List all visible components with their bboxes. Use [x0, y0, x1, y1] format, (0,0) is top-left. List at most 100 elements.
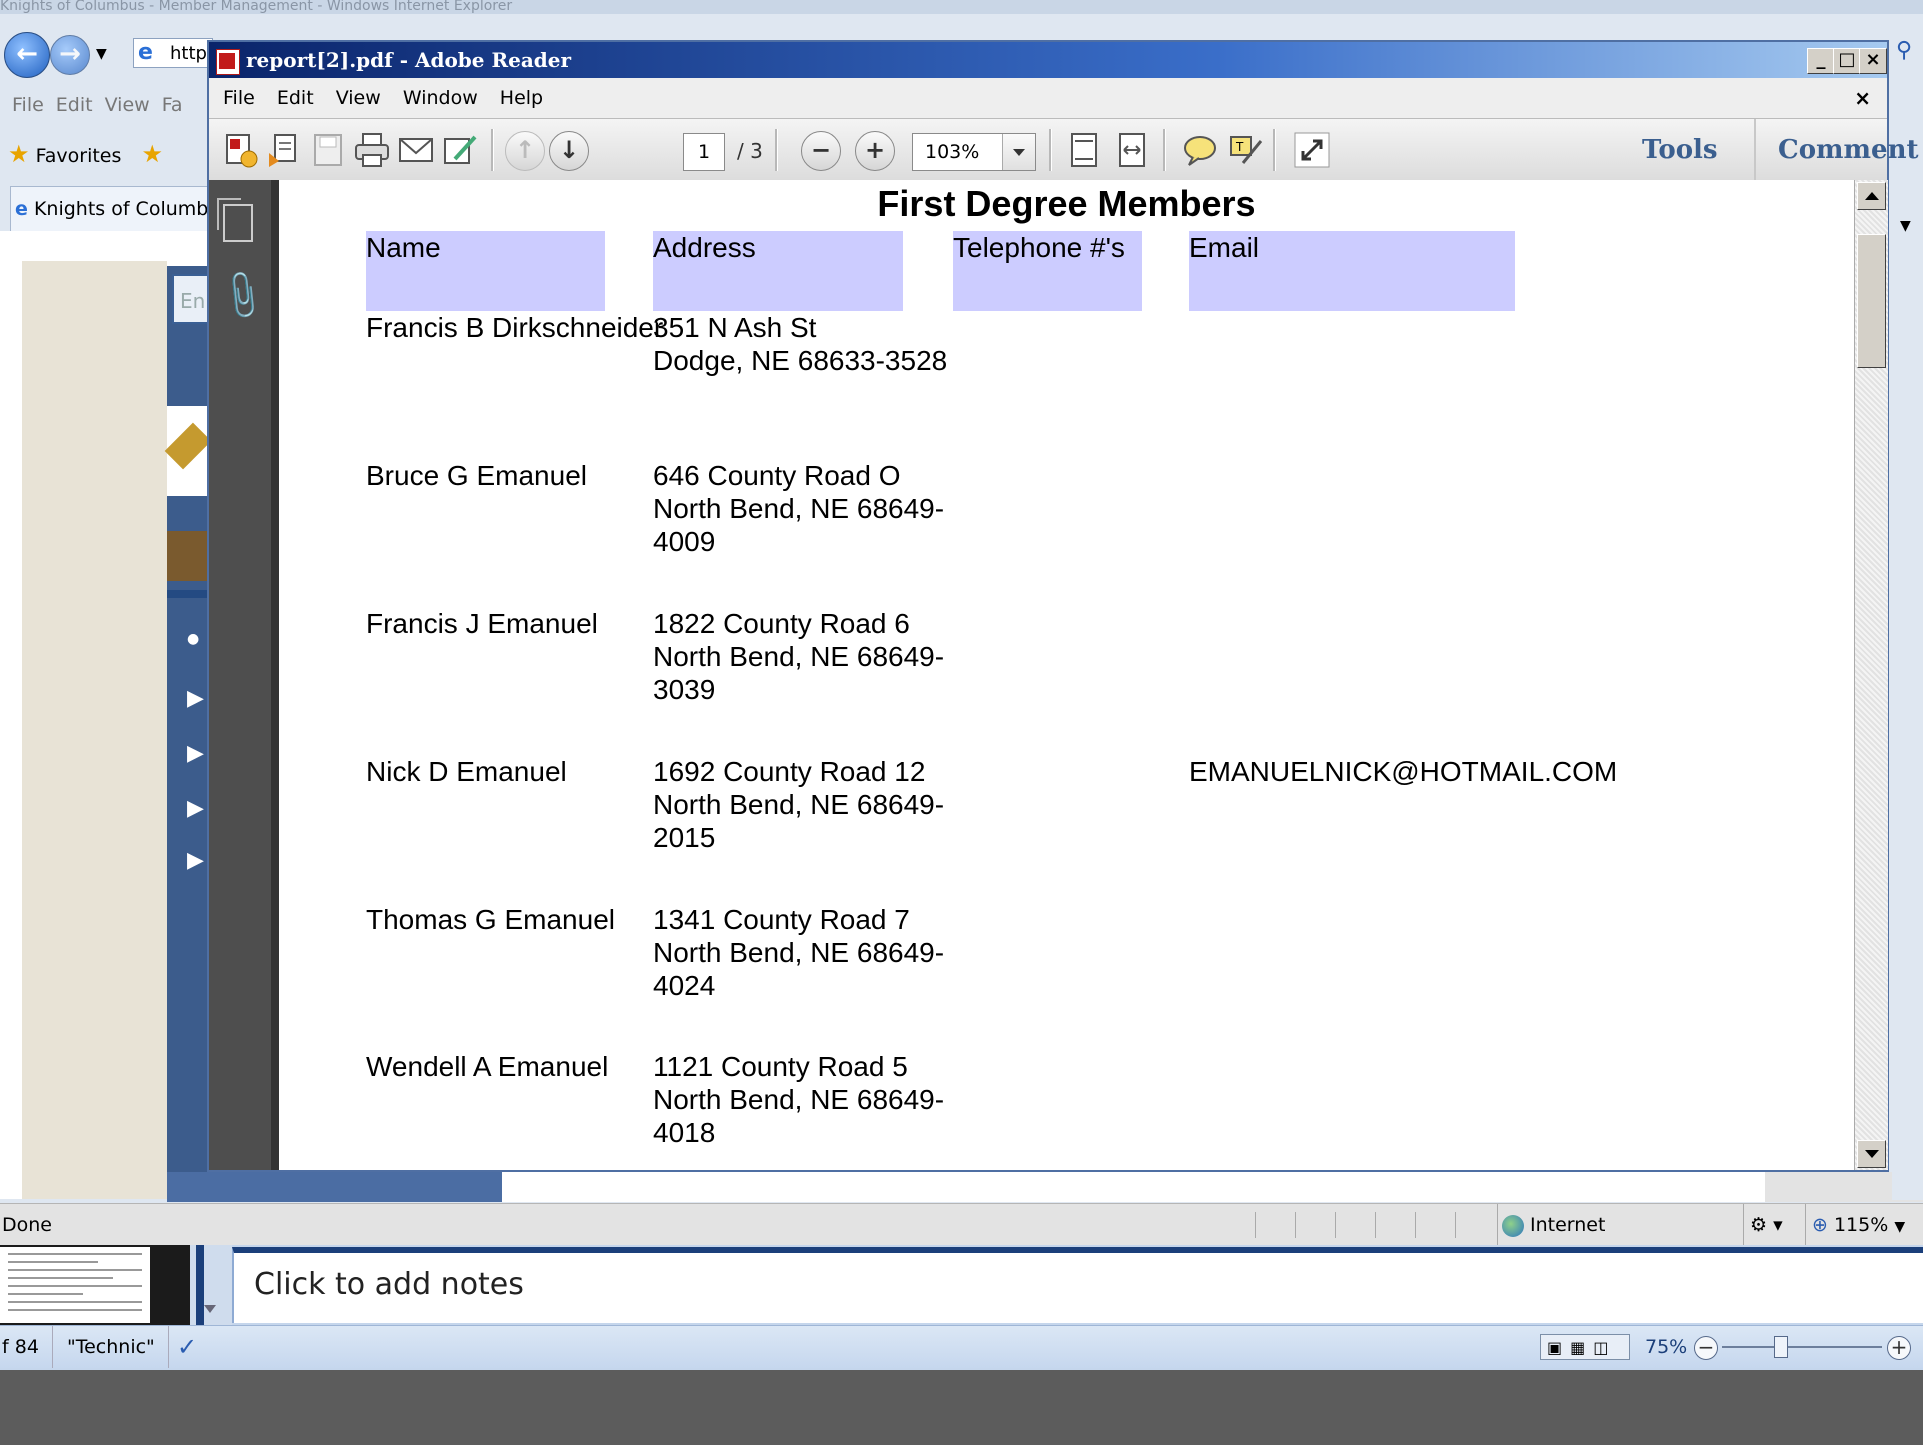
maximize-icon[interactable]: □ [1833, 48, 1861, 74]
open-icon[interactable] [265, 131, 303, 169]
save-icon[interactable] [309, 131, 347, 169]
scroll-down-icon[interactable] [204, 1305, 216, 1313]
menu-window[interactable]: Window [403, 87, 478, 109]
nav-arrow-icon[interactable]: ▶ [187, 686, 204, 711]
pane-splitter[interactable] [190, 1245, 232, 1325]
document-title: First Degree Members [877, 183, 1256, 224]
zoom-slider[interactable] [1722, 1346, 1882, 1348]
security-zone[interactable]: Internet [1497, 1204, 1742, 1246]
nav-arrow-icon[interactable]: ▶ [187, 848, 204, 873]
previous-page-icon[interactable]: ↑ [505, 131, 545, 171]
page-thumbnails-icon[interactable] [217, 198, 253, 242]
bullet-icon: ● [187, 631, 200, 647]
ie-menu-file[interactable]: File [12, 94, 44, 116]
member-address: 1121 County Road 5 North Bend, NE 68649-… [653, 1051, 945, 1148]
fit-width-icon[interactable] [1113, 131, 1151, 169]
notes-pane[interactable]: Click to add notes [232, 1247, 1923, 1323]
scroll-up-icon[interactable] [1857, 182, 1886, 210]
slide-thumbnail[interactable] [0, 1245, 190, 1325]
add-favorite-icon[interactable]: ★ [141, 140, 163, 168]
fit-page-icon[interactable] [1065, 131, 1103, 169]
status-text: Done [2, 1214, 52, 1236]
zoom-out-icon[interactable]: − [801, 131, 841, 171]
ie-zoom-control[interactable]: ⊕ 115% ▼ [1805, 1204, 1923, 1248]
next-page-icon[interactable]: ↓ [549, 131, 589, 171]
member-name: Francis B Dirkschneider [366, 312, 664, 343]
favorites-button[interactable]: Favorites [36, 145, 122, 167]
history-dropdown-icon[interactable]: ▼ [96, 46, 107, 62]
menu-file[interactable]: File [223, 87, 255, 109]
theme-name: "Technic" [52, 1326, 155, 1368]
search-icon[interactable]: ⚲ [1896, 38, 1912, 63]
page-left-panel [22, 261, 167, 1199]
comment-icon[interactable] [1181, 131, 1219, 169]
member-email: EMANUELNICK@HOTMAIL.COM [1189, 756, 1618, 787]
ppt-zoom-value[interactable]: 75% [1645, 1326, 1687, 1368]
reader-menu-bar: File Edit View Window Help × [209, 78, 1887, 118]
ppt-status-bar: f 84 "Technic" ✓ ▣▦◫ 75% − + [0, 1325, 1923, 1368]
ie-menu-bar: File Edit View Fa [0, 88, 215, 122]
attachments-icon[interactable]: 📎 [213, 267, 271, 324]
ie-menu-edit[interactable]: Edit [56, 94, 93, 116]
reader-title-bar[interactable]: report[2].pdf - Adobe Reader _ □ × [209, 42, 1887, 78]
menu-edit[interactable]: Edit [277, 87, 314, 109]
ie-menu-favorites[interactable]: Fa [162, 94, 183, 116]
minimize-icon[interactable]: _ [1807, 48, 1835, 74]
chevron-down-icon: ▼ [1894, 1219, 1906, 1235]
zoom-magnifier-icon: ⊕ [1812, 1214, 1828, 1236]
adobe-reader-window: report[2].pdf - Adobe Reader _ □ × File … [207, 40, 1919, 1172]
close-document-icon[interactable]: × [1854, 78, 1871, 118]
zoom-slider-thumb[interactable] [1774, 1336, 1788, 1358]
browser-tab[interactable]: e Knights of Columbus [10, 186, 212, 231]
menu-help[interactable]: Help [500, 87, 543, 109]
nav-arrow-icon[interactable]: ▶ [187, 741, 204, 766]
comment-pane-button[interactable]: Comment [1754, 119, 1919, 181]
vertical-scrollbar[interactable] [1854, 180, 1888, 1170]
highlight-icon[interactable]: T [1227, 131, 1265, 169]
favorites-bar: ★ Favorites ★ [0, 133, 215, 175]
scroll-down-icon[interactable] [1857, 1140, 1886, 1168]
zoom-in-icon[interactable]: + [1887, 1336, 1911, 1360]
ie-status-bar: Done Internet ⚙ ▾ ⊕ 115% ▼ [0, 1203, 1923, 1248]
ie-menu-view[interactable]: View [105, 94, 150, 116]
column-header-label: Email [1189, 232, 1260, 263]
nav-pane-splitter[interactable] [271, 180, 279, 1170]
reader-window-title: report[2].pdf - Adobe Reader [246, 48, 572, 72]
back-icon[interactable]: ← [4, 32, 50, 78]
nav-arrow-icon[interactable]: ▶ [187, 796, 204, 821]
document-page: First Degree Members Name Address Teleph… [279, 180, 1854, 1170]
ie-tab-icon: e [15, 198, 28, 220]
zoom-out-icon[interactable]: − [1694, 1336, 1718, 1360]
member-name: Thomas G Emanuel [366, 904, 615, 935]
chevron-down-icon[interactable] [1002, 134, 1035, 170]
close-icon[interactable]: × [1859, 48, 1887, 74]
spell-check-icon[interactable]: ✓ [168, 1326, 217, 1368]
view-buttons[interactable]: ▣▦◫ [1540, 1334, 1630, 1360]
zoom-in-icon[interactable]: + [855, 131, 895, 171]
chevron-down-icon[interactable]: ▼ [1900, 218, 1911, 234]
reader-body: 📎 First Degree Members Name Address Tele… [209, 180, 1888, 1170]
tools-pane-button[interactable]: Tools [1642, 119, 1718, 181]
zoom-select[interactable]: 103% [912, 133, 1036, 171]
email-icon[interactable] [397, 131, 435, 169]
full-screen-icon[interactable] [1293, 131, 1331, 169]
kofc-logo [164, 406, 212, 496]
print-icon[interactable] [353, 131, 391, 169]
menu-view[interactable]: View [336, 87, 381, 109]
sign-icon[interactable] [441, 131, 479, 169]
forward-icon[interactable]: → [50, 35, 90, 75]
member-address: 1692 County Road 12 North Bend, NE 68649… [653, 756, 945, 853]
scrollbar-thumb[interactable] [1857, 234, 1886, 368]
column-header-label: Address [653, 232, 756, 263]
protected-mode-icon[interactable]: ⚙ ▾ [1743, 1204, 1810, 1246]
column-header-name: Name [366, 231, 605, 311]
ie-title-bar: Knights of Columbus - Member Management … [0, 0, 1923, 14]
ie-zoom-value: 115% [1833, 1214, 1889, 1236]
address-bar[interactable]: e http: [133, 38, 213, 68]
svg-text:T: T [1235, 140, 1244, 154]
page-number-input[interactable]: 1 [683, 133, 725, 171]
page-footer-strip [0, 1172, 1923, 1202]
ie-page-content: En ● ▶ ▶ ▶ ▶ [0, 231, 215, 1199]
create-pdf-icon[interactable] [221, 131, 259, 169]
member-name: Bruce G Emanuel [366, 460, 587, 491]
